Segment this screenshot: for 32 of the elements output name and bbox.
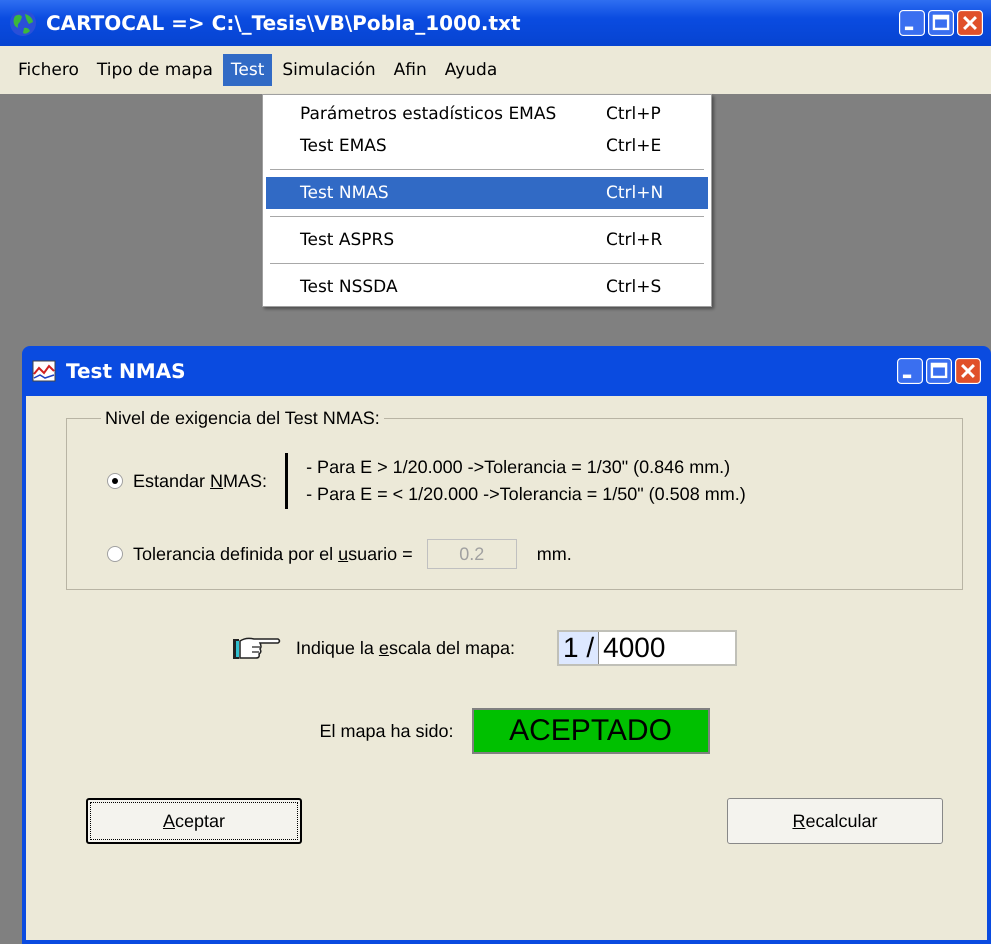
menu-bar-item[interactable]: Simulación xyxy=(274,54,384,86)
menu-bar-item[interactable]: Fichero xyxy=(10,54,87,86)
dialog-button[interactable]: Recalcular xyxy=(727,798,943,844)
dialog-title: Test NMAS xyxy=(66,359,186,383)
option-label[interactable]: Estandar NMAS: xyxy=(133,470,268,492)
close-icon[interactable] xyxy=(957,10,983,36)
minimize-icon[interactable] xyxy=(899,10,925,36)
chart-icon xyxy=(32,360,56,382)
menu-item[interactable]: Parámetros estadísticos EMAS Ctrl+P xyxy=(266,98,708,130)
minimize-icon[interactable] xyxy=(897,358,923,384)
menu-bar-item[interactable]: Ayuda xyxy=(436,54,506,86)
rule-text: - Para E = < 1/20.000 ->Tolerancia = 1/50" (0.508 mm.) xyxy=(306,484,746,505)
result-label: El mapa ha sido: xyxy=(319,720,454,742)
result-status: ACEPTADO xyxy=(472,708,710,754)
close-icon[interactable] xyxy=(955,358,981,384)
window-title: CARTOCAL => C:\_Tesis\VB\Pobla_1000.txt xyxy=(46,11,521,35)
group-label: Nivel de exigencia del Test NMAS: xyxy=(104,408,381,429)
unit-label: mm. xyxy=(536,544,572,564)
menu-bar-item[interactable]: Afin xyxy=(386,54,435,86)
globe-icon xyxy=(8,8,38,38)
maximize-icon[interactable] xyxy=(928,10,954,36)
menu-item[interactable]: Test NSSDA Ctrl+S xyxy=(266,271,708,303)
menu-item[interactable]: Test ASPRS Ctrl+R xyxy=(266,224,708,256)
scale-label: Indique la escala del mapa: xyxy=(296,638,516,658)
radio-button[interactable] xyxy=(107,473,123,489)
maximize-icon[interactable] xyxy=(926,358,952,384)
menu-item[interactable]: Test NMAS Ctrl+N xyxy=(266,177,708,209)
menu-bar-item[interactable]: Tipo de mapa xyxy=(88,54,221,86)
dialog-button[interactable]: Aceptar xyxy=(86,798,302,844)
menu-item[interactable]: Test EMAS Ctrl+E xyxy=(266,130,708,162)
menu-bar-item[interactable]: Test xyxy=(222,54,272,86)
rule-text: - Para E > 1/20.000 ->Tolerancia = 1/30" (0.846 mm.) xyxy=(306,457,732,478)
